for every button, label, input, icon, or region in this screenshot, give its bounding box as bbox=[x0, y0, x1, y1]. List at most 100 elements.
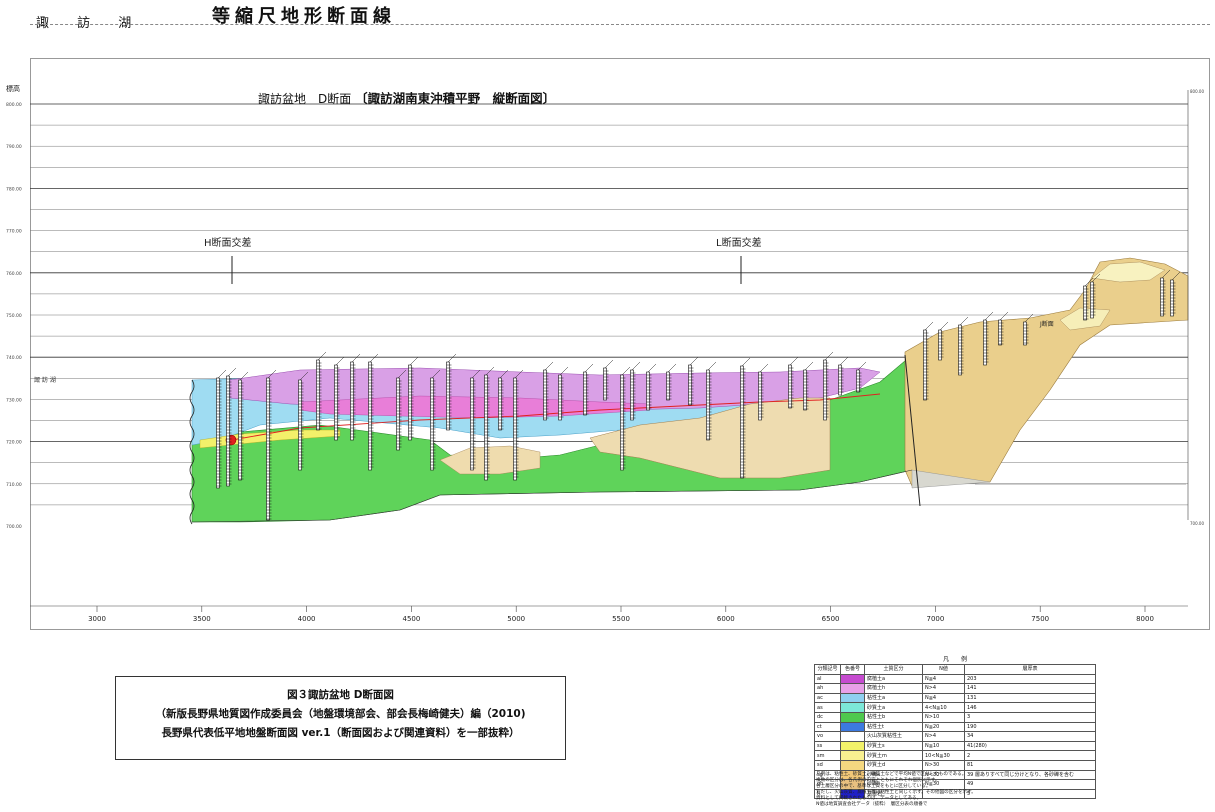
lake-level-label: 諏 訪 湖 bbox=[34, 376, 56, 384]
cross-marker-l: L断面交差 bbox=[716, 236, 762, 249]
legend-note: 2 bbox=[964, 750, 1096, 761]
elevation-tick-label: 710.00 bbox=[6, 482, 22, 488]
elevation-tick-label: 750.00 bbox=[6, 313, 22, 319]
distance-tick-labels: 3000 3500 4000 4500 5000 5500 6000 6500 7000 7500… bbox=[88, 606, 1154, 623]
legend-desc: 腐植土h bbox=[864, 683, 923, 694]
legend-row: al 腐植土a N≦4 203 bbox=[814, 673, 1096, 685]
legend-header-code: 分類記号 bbox=[814, 664, 841, 675]
legend-n-value: N≦4 bbox=[922, 692, 965, 704]
distance-tick-label: 3000 bbox=[88, 615, 106, 623]
legend-desc: 粘性土b bbox=[864, 711, 923, 723]
legend-note: 34 bbox=[964, 731, 1096, 742]
legend-row: ac 粘性土a N≦4 131 bbox=[814, 692, 1096, 704]
legend-color-swatch bbox=[840, 740, 865, 752]
legend-color-swatch bbox=[840, 683, 865, 694]
legend-desc: 砂質土d bbox=[864, 759, 923, 771]
legend-color-swatch bbox=[840, 759, 865, 771]
figure-caption-box: 図３諏訪盆地 D断面図 （新版長野県地質図作成委員会（地盤環境部会、部会長梅崎健… bbox=[115, 676, 566, 760]
legend-color-swatch bbox=[840, 673, 865, 685]
legend-row: sm 砂質土m 10<N≦30 2 bbox=[814, 750, 1096, 761]
distance-tick-label: 6000 bbox=[717, 615, 735, 623]
legend-row: dc 粘性土b N>10 3 bbox=[814, 711, 1096, 723]
layer-sd-tan-island bbox=[439, 445, 541, 475]
caption-line-1: 図３諏訪盆地 D断面図 bbox=[287, 689, 394, 701]
cross-marker-h: H断面交差 bbox=[204, 236, 252, 249]
legend-desc: 砂質土a bbox=[864, 702, 923, 713]
legend-note: 203 bbox=[964, 673, 1096, 685]
legend-color-swatch bbox=[840, 692, 865, 704]
elevation-tick-label: 700.00 bbox=[6, 524, 22, 530]
legend-desc: 腐植土a bbox=[864, 673, 923, 685]
legend-code: ac bbox=[814, 692, 841, 704]
legend-note: 141 bbox=[964, 683, 1096, 694]
elevation-tick-label: 800.00 bbox=[6, 102, 22, 108]
legend-color-swatch bbox=[840, 750, 865, 761]
legend-n-value: N>30 bbox=[922, 759, 965, 771]
distance-tick-label: 7500 bbox=[1031, 615, 1049, 623]
legend-desc: 火山灰質粘性土 bbox=[864, 731, 923, 742]
legend-desc: 粘性土a bbox=[864, 692, 923, 704]
right-scale-top: 800.00 bbox=[1190, 89, 1204, 94]
distance-tick-label: 3500 bbox=[193, 615, 211, 623]
legend-note: 3 bbox=[964, 711, 1096, 723]
caption-line-3: 長野県代表低平地地盤断面図 ver.1（断面図および関連資料）を一部抜粋） bbox=[161, 727, 520, 739]
legend-header-color: 色番号 bbox=[840, 664, 865, 675]
legend-n-value: 4<N≦10 bbox=[922, 702, 965, 713]
legend-note-line: N値は地質調査会社データ（抜粋） 層区分表の順番で bbox=[816, 801, 928, 807]
elevation-tick-label: 730.00 bbox=[6, 397, 22, 403]
legend-note: 131 bbox=[964, 692, 1096, 704]
legend-n-value: N≦10 bbox=[922, 740, 965, 752]
distance-tick-label: 4000 bbox=[298, 615, 316, 623]
legend-color-swatch bbox=[840, 711, 865, 723]
elevation-tick-labels: 800.00 790.00 780.00 770.00 760.00 750.00 740.… bbox=[6, 102, 22, 530]
distance-tick-label: 4500 bbox=[402, 615, 420, 623]
legend-desc: 砂質土s bbox=[864, 740, 923, 752]
caption-line-2: （新版長野県地質図作成委員会（地盤環境部会、部会長梅崎健夫）編（2010) bbox=[155, 708, 526, 720]
legend-notes: 凡例は、粘性土、砂質土、礫質土などで平均N値で区分したものである。 複数の区分は、… bbox=[816, 772, 1096, 807]
legend-code: ct bbox=[814, 721, 841, 733]
legend-n-value: N>4 bbox=[922, 731, 965, 742]
legend-n-value: N>10 bbox=[922, 711, 965, 723]
legend-code: ah bbox=[814, 683, 841, 694]
legend-desc: 粘性土t bbox=[864, 721, 923, 733]
legend-n-value: N≦20 bbox=[922, 721, 965, 733]
legend-code: ss bbox=[814, 740, 841, 752]
legend-row: ah 腐植土h N>4 141 bbox=[814, 683, 1096, 694]
legend-code: as bbox=[814, 702, 841, 713]
legend-color-swatch bbox=[840, 702, 865, 713]
elevation-tick-label: 770.00 bbox=[6, 229, 22, 235]
legend-desc: 砂質土m bbox=[864, 750, 923, 761]
distance-tick-label: 5000 bbox=[507, 615, 525, 623]
legend-header-n: N値 bbox=[922, 664, 965, 675]
right-scale-bottom: 700.00 bbox=[1190, 521, 1204, 526]
legend-note: 190 bbox=[964, 721, 1096, 733]
legend-row: vo 火山灰質粘性土 N>4 34 bbox=[814, 731, 1096, 742]
distance-tick-label: 5500 bbox=[612, 615, 630, 623]
legend-row: ct 粘性土t N≦20 190 bbox=[814, 721, 1096, 733]
legend-note: 41(280) bbox=[964, 740, 1096, 752]
distance-tick-label: 8000 bbox=[1136, 615, 1154, 623]
elevation-tick-label: 780.00 bbox=[6, 186, 22, 192]
legend-row: as 砂質土a 4<N≦10 146 bbox=[814, 702, 1096, 713]
legend-header-row: 分類記号 色番号 土質区分 N値 層厚表 bbox=[814, 664, 1096, 675]
elevation-tick-label: 790.00 bbox=[6, 144, 22, 150]
legend-header-desc: 土質区分 bbox=[864, 664, 923, 675]
cross-section-diagram: 800.00 790.00 780.00 770.00 760.00 750.00 740.… bbox=[6, 89, 1204, 623]
layer-sg-tan-fan bbox=[904, 257, 1189, 487]
elevation-tick-label: 760.00 bbox=[6, 271, 22, 277]
cross-marker-j: J断面 bbox=[1039, 320, 1054, 328]
legend-title: 凡 例 bbox=[942, 656, 967, 663]
elevation-tick-label: 720.00 bbox=[6, 440, 22, 446]
legend-code: al bbox=[814, 673, 841, 685]
legend-color-swatch bbox=[840, 731, 865, 742]
legend-n-value: N>4 bbox=[922, 683, 965, 694]
legend-row: sd 砂質土d N>30 81 bbox=[814, 759, 1096, 771]
legend-note: 146 bbox=[964, 702, 1096, 713]
cross-markers: H断面交差 L断面交差 J断面 bbox=[204, 236, 1054, 328]
legend-code: sd bbox=[814, 759, 841, 771]
legend-code: sm bbox=[814, 750, 841, 761]
legend-code: vo bbox=[814, 731, 841, 742]
legend-color-swatch bbox=[840, 721, 865, 733]
legend-row: ss 砂質土s N≦10 41(280) bbox=[814, 740, 1096, 752]
legend-code: dc bbox=[814, 711, 841, 723]
